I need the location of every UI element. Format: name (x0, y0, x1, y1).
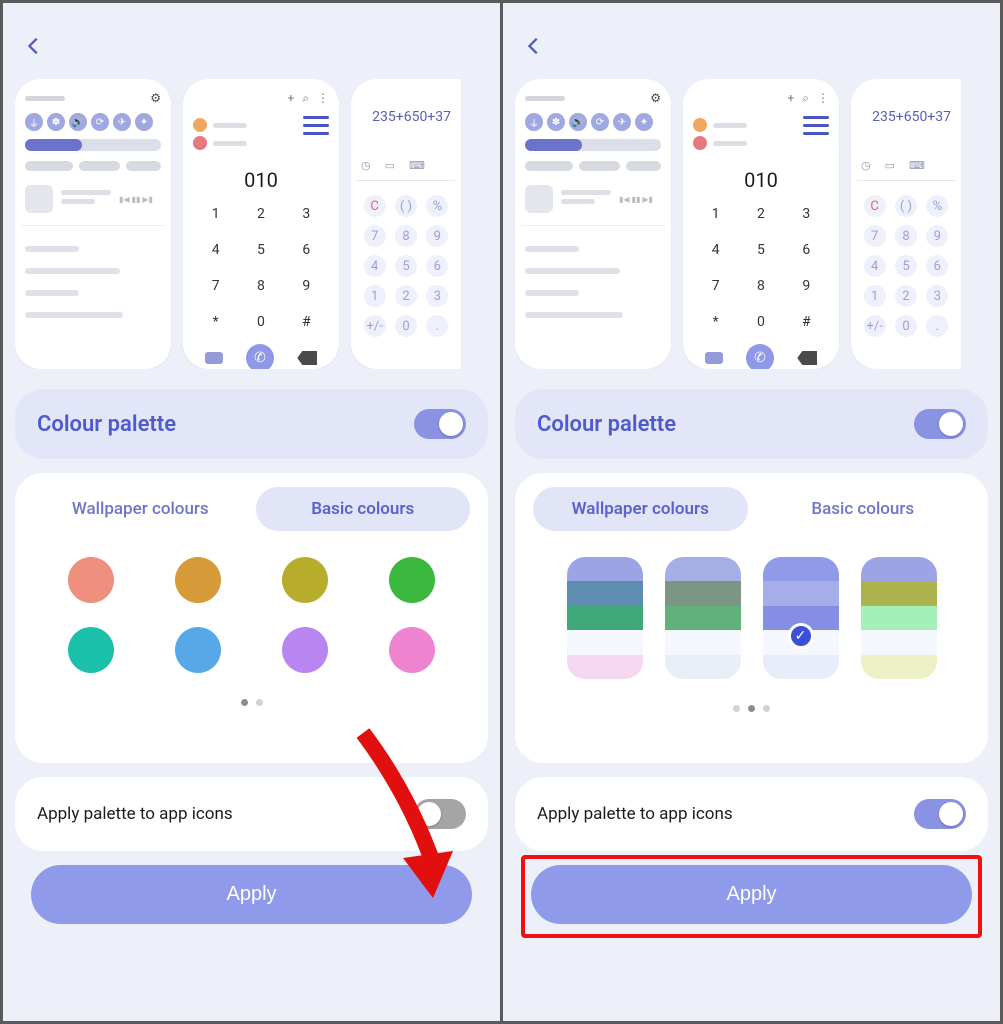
sound-icon: 🔊 (569, 113, 587, 131)
colour-palette-header: Colour palette (515, 389, 988, 459)
brightness-slider (525, 139, 661, 151)
screenshot-left: ⚙ ⏚ ✽ 🔊 ⟳ ✈ ✦ ▮◀ ▮▮ ▶▮ (3, 3, 500, 1021)
preview-calculator[interactable]: 235+650+37 ◷ ▭ ⌨ C ( ) % 789 456 123 (351, 79, 461, 369)
swatch-7[interactable] (282, 627, 328, 673)
check-icon: ✓ (788, 623, 814, 649)
colour-palette-title: Colour palette (537, 412, 676, 437)
history-icon: ◷ (861, 159, 871, 172)
dialer-number: 010 (193, 168, 329, 192)
colour-palette-toggle[interactable] (914, 409, 966, 439)
apply-palette-to-icons-row: Apply palette to app icons (515, 777, 988, 851)
more-icon: ⋮ (817, 91, 829, 106)
plus-icon: + (787, 91, 794, 106)
wifi-icon: ⏚ (525, 113, 543, 131)
ruler-icon: ▭ (385, 159, 395, 172)
bluetooth-icon: ✽ (47, 113, 65, 131)
wallpaper-palette-card-3[interactable]: ✓ (763, 557, 839, 679)
gear-icon: ⚙ (150, 91, 161, 105)
airplane-icon: ✈ (613, 113, 631, 131)
back-button[interactable] (515, 19, 988, 79)
airplane-icon: ✈ (113, 113, 131, 131)
tab-wallpaper-colours[interactable]: Wallpaper colours (33, 487, 248, 531)
dialer-number: 010 (693, 168, 829, 192)
rotate-icon: ⟳ (591, 113, 609, 131)
screenshot-right: ⚙ ⏚ ✽ 🔊 ⟳ ✈ ✦ ▮◀ ▮▮ ▶▮ (503, 3, 1000, 1021)
keypad: 123 456 789 *0# (693, 200, 829, 336)
theme-previews: ⚙ ⏚ ✽ 🔊 ⟳ ✈ ✦ ▮◀ ▮▮ ▶▮ (515, 79, 988, 369)
swatch-8[interactable] (389, 627, 435, 673)
pager-dots (533, 705, 970, 712)
preview-calculator[interactable]: 235+650+37 ◷ ▭ ⌨ C ( ) % 789 456 123 (851, 79, 961, 369)
keypad: 123 456 789 *0# (193, 200, 329, 336)
preview-dialer[interactable]: + ⌕ ⋮ 010 123 456 789 *0# ✆ (683, 79, 839, 369)
call-icon: ✆ (746, 344, 774, 369)
colour-swatch-panel: Wallpaper colours Basic colours (15, 473, 488, 763)
tab-wallpaper-colours[interactable]: Wallpaper colours (533, 487, 748, 531)
apply-palette-toggle[interactable] (414, 799, 466, 829)
tab-basic-colours[interactable]: Basic colours (256, 487, 471, 531)
swatch-2[interactable] (175, 557, 221, 603)
tab-basic-colours[interactable]: Basic colours (756, 487, 971, 531)
sci-icon: ⌨ (409, 159, 425, 172)
flashlight-icon: ✦ (635, 113, 653, 131)
wifi-icon: ⏚ (25, 113, 43, 131)
rotate-icon: ⟳ (91, 113, 109, 131)
colour-palette-title: Colour palette (37, 412, 176, 437)
swatch-5[interactable] (68, 627, 114, 673)
wallpaper-palette-card-2[interactable] (665, 557, 741, 679)
swatch-3[interactable] (282, 557, 328, 603)
basic-colour-grid (33, 557, 470, 673)
brightness-slider (25, 139, 161, 151)
call-icon: ✆ (246, 344, 274, 369)
backspace-icon (797, 351, 817, 365)
apply-palette-label: Apply palette to app icons (537, 804, 733, 824)
backspace-icon (297, 351, 317, 365)
swatch-1[interactable] (68, 557, 114, 603)
colour-palette-toggle[interactable] (414, 409, 466, 439)
colour-swatch-panel: Wallpaper colours Basic colours ✓ (515, 473, 988, 763)
wallpaper-palette-card-1[interactable] (567, 557, 643, 679)
preview-dialer[interactable]: + ⌕ ⋮ 010 123 456 789 *0# ✆ (183, 79, 339, 369)
sound-icon: 🔊 (69, 113, 87, 131)
bluetooth-icon: ✽ (547, 113, 565, 131)
apply-button[interactable]: Apply (531, 865, 972, 924)
preview-quicksettings[interactable]: ⚙ ⏚ ✽ 🔊 ⟳ ✈ ✦ ▮◀ ▮▮ ▶▮ (515, 79, 671, 369)
calc-expression: 235+650+37 (361, 109, 451, 125)
back-button[interactable] (15, 19, 488, 79)
gear-icon: ⚙ (650, 91, 661, 105)
video-call-icon (705, 352, 723, 364)
flashlight-icon: ✦ (135, 113, 153, 131)
apply-palette-toggle[interactable] (914, 799, 966, 829)
apply-palette-label: Apply palette to app icons (37, 804, 233, 824)
ruler-icon: ▭ (885, 159, 895, 172)
swatch-6[interactable] (175, 627, 221, 673)
video-call-icon (205, 352, 223, 364)
apply-palette-to-icons-row: Apply palette to app icons (15, 777, 488, 851)
history-icon: ◷ (361, 159, 371, 172)
theme-previews: ⚙ ⏚ ✽ 🔊 ⟳ ✈ ✦ ▮◀ ▮▮ ▶▮ (15, 79, 488, 369)
sci-icon: ⌨ (909, 159, 925, 172)
calc-expression: 235+650+37 (861, 109, 951, 125)
apply-button[interactable]: Apply (31, 865, 472, 924)
swatch-4[interactable] (389, 557, 435, 603)
plus-icon: + (287, 91, 294, 106)
wallpaper-palette-card-4[interactable] (861, 557, 937, 679)
preview-quicksettings[interactable]: ⚙ ⏚ ✽ 🔊 ⟳ ✈ ✦ ▮◀ ▮▮ ▶▮ (15, 79, 171, 369)
search-icon: ⌕ (302, 91, 309, 106)
colour-palette-header: Colour palette (15, 389, 488, 459)
search-icon: ⌕ (802, 91, 809, 106)
wallpaper-palette-cards: ✓ (533, 557, 970, 679)
pager-dots (33, 699, 470, 706)
more-icon: ⋮ (317, 91, 329, 106)
